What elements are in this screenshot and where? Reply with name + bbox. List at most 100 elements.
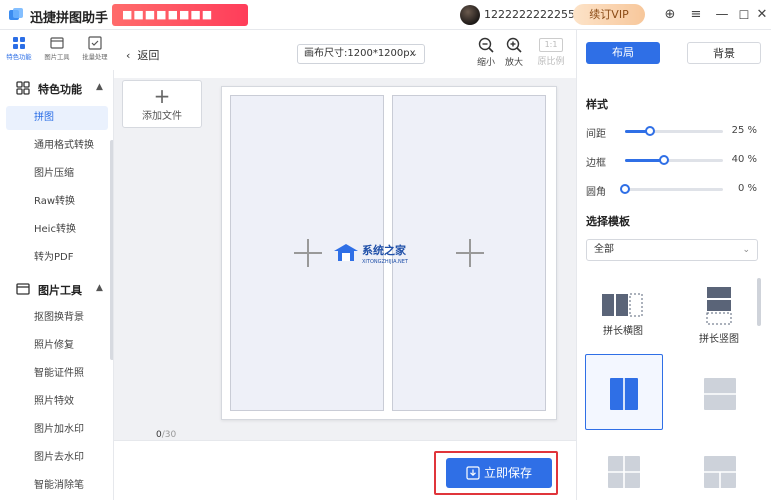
sidebar-item-add-watermark[interactable]: 图片加水印 bbox=[6, 418, 108, 442]
promo-banner[interactable]: ■■■■■■■■ bbox=[112, 4, 248, 26]
sidebar-item-pdf[interactable]: 转为PDF bbox=[6, 246, 108, 270]
chevron-up-icon: ▲ bbox=[96, 82, 103, 92]
sidebar-item-raw[interactable]: Raw转换 bbox=[6, 190, 108, 214]
template-label: 拼长竖图 bbox=[699, 334, 739, 345]
bottom-bar: 立即保存 bbox=[114, 440, 576, 500]
radius-slider[interactable] bbox=[620, 184, 723, 194]
template-four-grid[interactable] bbox=[585, 432, 663, 500]
plus-icon bbox=[456, 239, 484, 267]
skin-icon[interactable]: ⊕ bbox=[660, 5, 680, 25]
template-two-columns[interactable] bbox=[585, 354, 663, 430]
radius-value: 0 % bbox=[737, 183, 757, 194]
save-now-button[interactable]: 立即保存 bbox=[446, 458, 552, 488]
border-value: 40 % bbox=[731, 154, 757, 165]
menu-icon[interactable]: ≡ bbox=[686, 5, 706, 25]
zoom-in-icon bbox=[506, 37, 522, 53]
rail-label: 特色功能 bbox=[6, 53, 32, 61]
image-tool-icon bbox=[50, 37, 64, 49]
minimize-button[interactable]: — bbox=[712, 5, 732, 25]
file-count: 0/30 bbox=[156, 430, 176, 440]
rail-label: 图片工具 bbox=[44, 53, 70, 61]
template-top-split[interactable] bbox=[681, 432, 759, 500]
rail-item-featured[interactable]: 特色功能 bbox=[0, 36, 38, 62]
four-grid-layout-icon bbox=[608, 456, 640, 488]
template-two-rows[interactable] bbox=[681, 354, 759, 430]
sidebar-item-cutout[interactable]: 抠图换背景 bbox=[6, 306, 108, 330]
workspace: + 添加文件 0/30 系统之家 XITONGZHIJIA.NET bbox=[114, 78, 576, 440]
two-column-layout-icon bbox=[610, 378, 638, 410]
back-button[interactable]: ‹ 返回 bbox=[126, 47, 159, 63]
sidebar-group-image-tools[interactable]: 图片工具 ▲ bbox=[0, 275, 113, 303]
chevron-down-icon: ⌄ bbox=[410, 49, 418, 59]
spacing-label: 间距 bbox=[586, 129, 606, 140]
chevron-up-icon: ▲ bbox=[96, 283, 103, 293]
sidebar-item-photo-repair[interactable]: 照片修复 bbox=[6, 334, 108, 358]
chevron-down-icon: ⌄ bbox=[742, 245, 750, 255]
chevron-left-icon: ‹ bbox=[126, 49, 138, 62]
vertical-stitch-icon bbox=[706, 287, 732, 325]
zoom-in-button[interactable]: 放大 bbox=[500, 37, 528, 68]
slider-thumb[interactable] bbox=[659, 155, 670, 165]
sidebar-item-effects[interactable]: 照片特效 bbox=[6, 390, 108, 414]
download-icon bbox=[466, 466, 480, 480]
close-button[interactable]: ✕ bbox=[752, 5, 771, 25]
two-row-layout-icon bbox=[704, 378, 736, 410]
avatar[interactable] bbox=[460, 5, 480, 25]
collage-canvas: 系统之家 XITONGZHIJIA.NET bbox=[221, 86, 557, 420]
sidebar-group-label: 图片工具 bbox=[38, 284, 82, 297]
radius-label: 圆角 bbox=[586, 187, 606, 198]
grid-icon bbox=[13, 37, 25, 49]
template-filter-select[interactable]: 全部 ⌄ bbox=[586, 239, 758, 261]
template-long-horizontal[interactable]: 拼长横图 bbox=[585, 292, 661, 337]
sidebar-item-remove-watermark[interactable]: 图片去水印 bbox=[6, 446, 108, 470]
canvas-size-select[interactable]: 画布尺寸:1200*1200px ⌄ bbox=[297, 44, 425, 64]
watermark-logo: 系统之家 XITONGZHIJIA.NET bbox=[334, 243, 409, 265]
sidebar-item-heic[interactable]: Heic转换 bbox=[6, 218, 108, 242]
app-logo-icon bbox=[9, 8, 23, 20]
border-slider[interactable] bbox=[625, 155, 723, 165]
file-count-total: /30 bbox=[161, 430, 177, 440]
spacing-slider[interactable] bbox=[625, 126, 723, 136]
renew-vip-button[interactable]: 续订VIP bbox=[573, 4, 645, 25]
canvas-size-value: 画布尺寸:1200*1200px bbox=[304, 48, 416, 59]
rail-item-batch[interactable]: 批量处理 bbox=[76, 36, 114, 62]
add-file-button[interactable]: + 添加文件 bbox=[122, 80, 202, 128]
plus-icon bbox=[294, 239, 322, 267]
template-long-vertical[interactable]: 拼长竖图 bbox=[681, 286, 757, 345]
template-section-title: 选择模板 bbox=[586, 215, 630, 228]
horizontal-stitch-icon bbox=[602, 293, 643, 317]
watermark-en: XITONGZHIJIA.NET bbox=[362, 259, 409, 265]
zoom-out-icon bbox=[478, 37, 494, 53]
sidebar-item-eraser[interactable]: 智能消除笔 bbox=[6, 474, 108, 498]
sidebar-item-format-convert[interactable]: 通用格式转换 bbox=[6, 134, 108, 158]
template-filter-value: 全部 bbox=[594, 244, 614, 255]
zoom-out-label: 缩小 bbox=[476, 58, 495, 68]
user-phone: 12222222222555 bbox=[484, 8, 582, 21]
sidebar-item-compress[interactable]: 图片压缩 bbox=[6, 162, 108, 186]
spacing-value: 25 % bbox=[731, 125, 757, 136]
slider-thumb[interactable] bbox=[620, 184, 630, 194]
zoom-in-label: 放大 bbox=[504, 58, 523, 68]
title-bar: 迅捷拼图助手 ■■■■■■■■ 12222222222555 续订VIP ⊕ ≡… bbox=[0, 0, 771, 30]
image-tool-icon bbox=[16, 283, 30, 295]
sidebar-group-featured[interactable]: 特色功能 ▲ bbox=[0, 74, 113, 102]
plus-icon: + bbox=[153, 84, 171, 108]
top-split-layout-icon bbox=[704, 456, 736, 488]
original-ratio-label: 原比例 bbox=[537, 57, 565, 67]
add-file-label: 添加文件 bbox=[142, 111, 182, 122]
tab-background[interactable]: 背景 bbox=[687, 42, 761, 64]
original-ratio-button[interactable]: 1:1 原比例 bbox=[534, 37, 568, 67]
batch-icon bbox=[88, 36, 102, 50]
maximize-button[interactable]: ☐ bbox=[734, 5, 754, 25]
template-label: 拼长横图 bbox=[603, 326, 643, 337]
sidebar-item-collage[interactable]: 拼图 bbox=[6, 106, 108, 130]
rail-item-image-tools[interactable]: 图片工具 bbox=[38, 36, 76, 62]
back-label: 返回 bbox=[137, 49, 160, 62]
sidebar-item-id-photo[interactable]: 智能证件照 bbox=[6, 362, 108, 386]
ratio-value: 1:1 bbox=[539, 38, 563, 52]
tab-layout[interactable]: 布局 bbox=[586, 42, 660, 64]
zoom-out-button[interactable]: 缩小 bbox=[472, 37, 500, 68]
panel-scrollbar[interactable] bbox=[757, 278, 761, 326]
sidebar-group-label: 特色功能 bbox=[38, 83, 82, 96]
slider-thumb[interactable] bbox=[644, 126, 655, 136]
